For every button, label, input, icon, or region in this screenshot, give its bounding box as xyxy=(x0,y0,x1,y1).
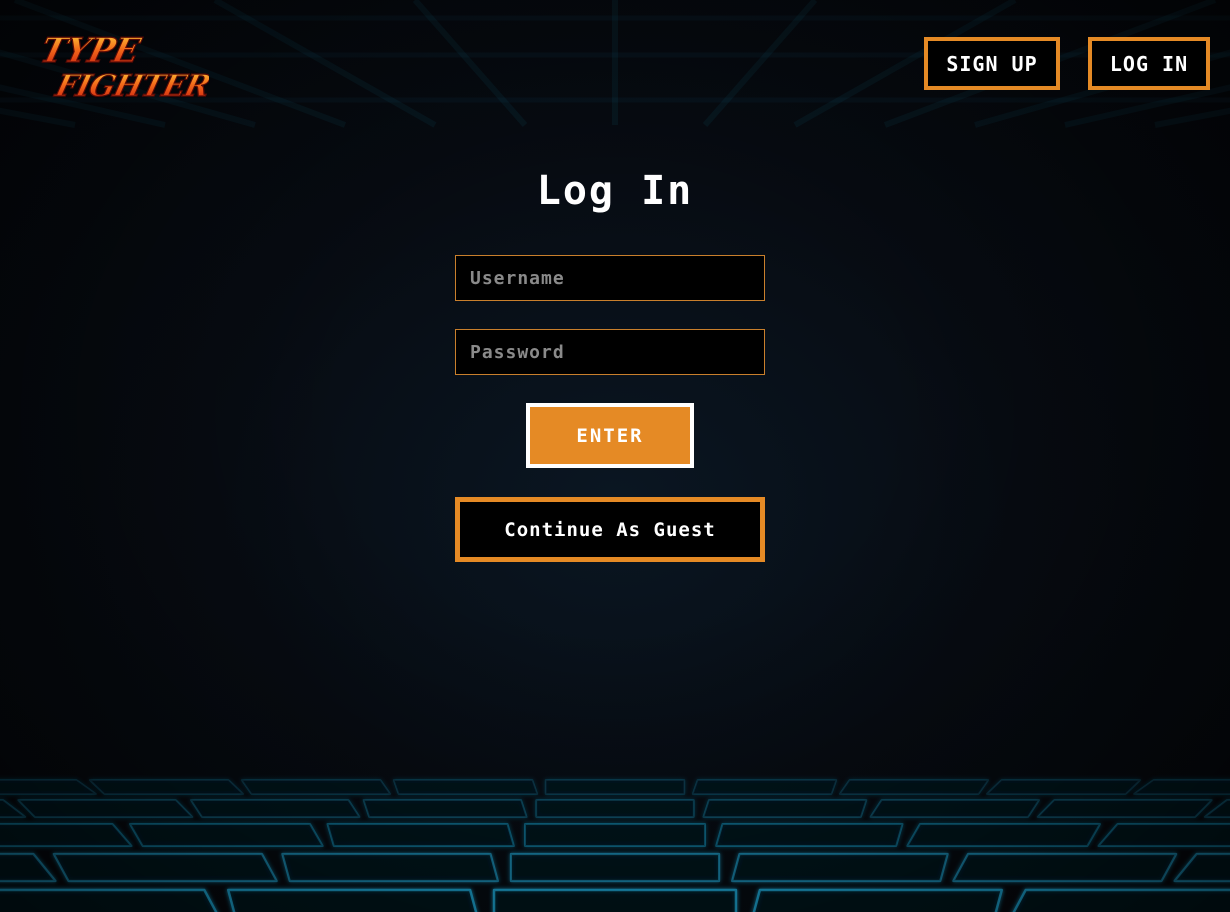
username-input[interactable] xyxy=(455,255,765,301)
floor-tile xyxy=(52,852,278,883)
floor-tile xyxy=(544,779,686,795)
floor-tile xyxy=(535,799,695,818)
floor-tile xyxy=(128,823,324,847)
enter-button[interactable]: ENTER xyxy=(526,403,694,468)
floor-grid xyxy=(0,779,1230,912)
svg-text:FIGHTER: FIGHTER xyxy=(51,68,209,103)
floor-tile xyxy=(0,888,218,912)
floor-tile xyxy=(190,799,361,818)
floor-tile xyxy=(715,823,904,847)
logo-image: TYPE FIGHTER xyxy=(36,31,209,104)
floor-tile xyxy=(986,779,1142,795)
floor-tile xyxy=(1012,888,1230,912)
floor-tile xyxy=(240,779,392,795)
floor-tile xyxy=(88,779,244,795)
floor-tile xyxy=(1133,779,1230,795)
floor-tile xyxy=(1173,852,1230,883)
floor-tile xyxy=(524,823,706,847)
floor-tile xyxy=(752,888,1003,912)
floor-tile xyxy=(0,779,97,795)
floor-tile xyxy=(509,852,721,883)
floor-tile xyxy=(17,799,194,818)
floor-tile xyxy=(0,823,133,847)
floor-tile xyxy=(691,779,838,795)
floor-tile xyxy=(281,852,499,883)
floor-tile xyxy=(952,852,1178,883)
floor-tile xyxy=(906,823,1102,847)
floor-tile xyxy=(362,799,528,818)
floor-tile xyxy=(0,852,57,883)
sign-up-button[interactable]: SIGN UP xyxy=(924,37,1060,90)
floor-tile xyxy=(326,823,515,847)
continue-as-guest-button[interactable]: Continue As Guest xyxy=(455,497,765,562)
floor-tile xyxy=(702,799,868,818)
svg-text:TYPE: TYPE xyxy=(36,31,145,70)
log-in-button[interactable]: LOG IN xyxy=(1088,37,1210,90)
floor-tile xyxy=(838,779,990,795)
floor-tile xyxy=(1036,799,1213,818)
floor-tile xyxy=(1097,823,1230,847)
floor-tile xyxy=(492,888,738,912)
floor-tile xyxy=(227,888,478,912)
floor-tile xyxy=(392,779,539,795)
password-input[interactable] xyxy=(455,329,765,375)
floor-tile xyxy=(869,799,1040,818)
page-title: Log In xyxy=(536,168,694,214)
floor-tile xyxy=(731,852,949,883)
type-fighter-logo[interactable]: TYPE FIGHTER xyxy=(34,24,209,104)
